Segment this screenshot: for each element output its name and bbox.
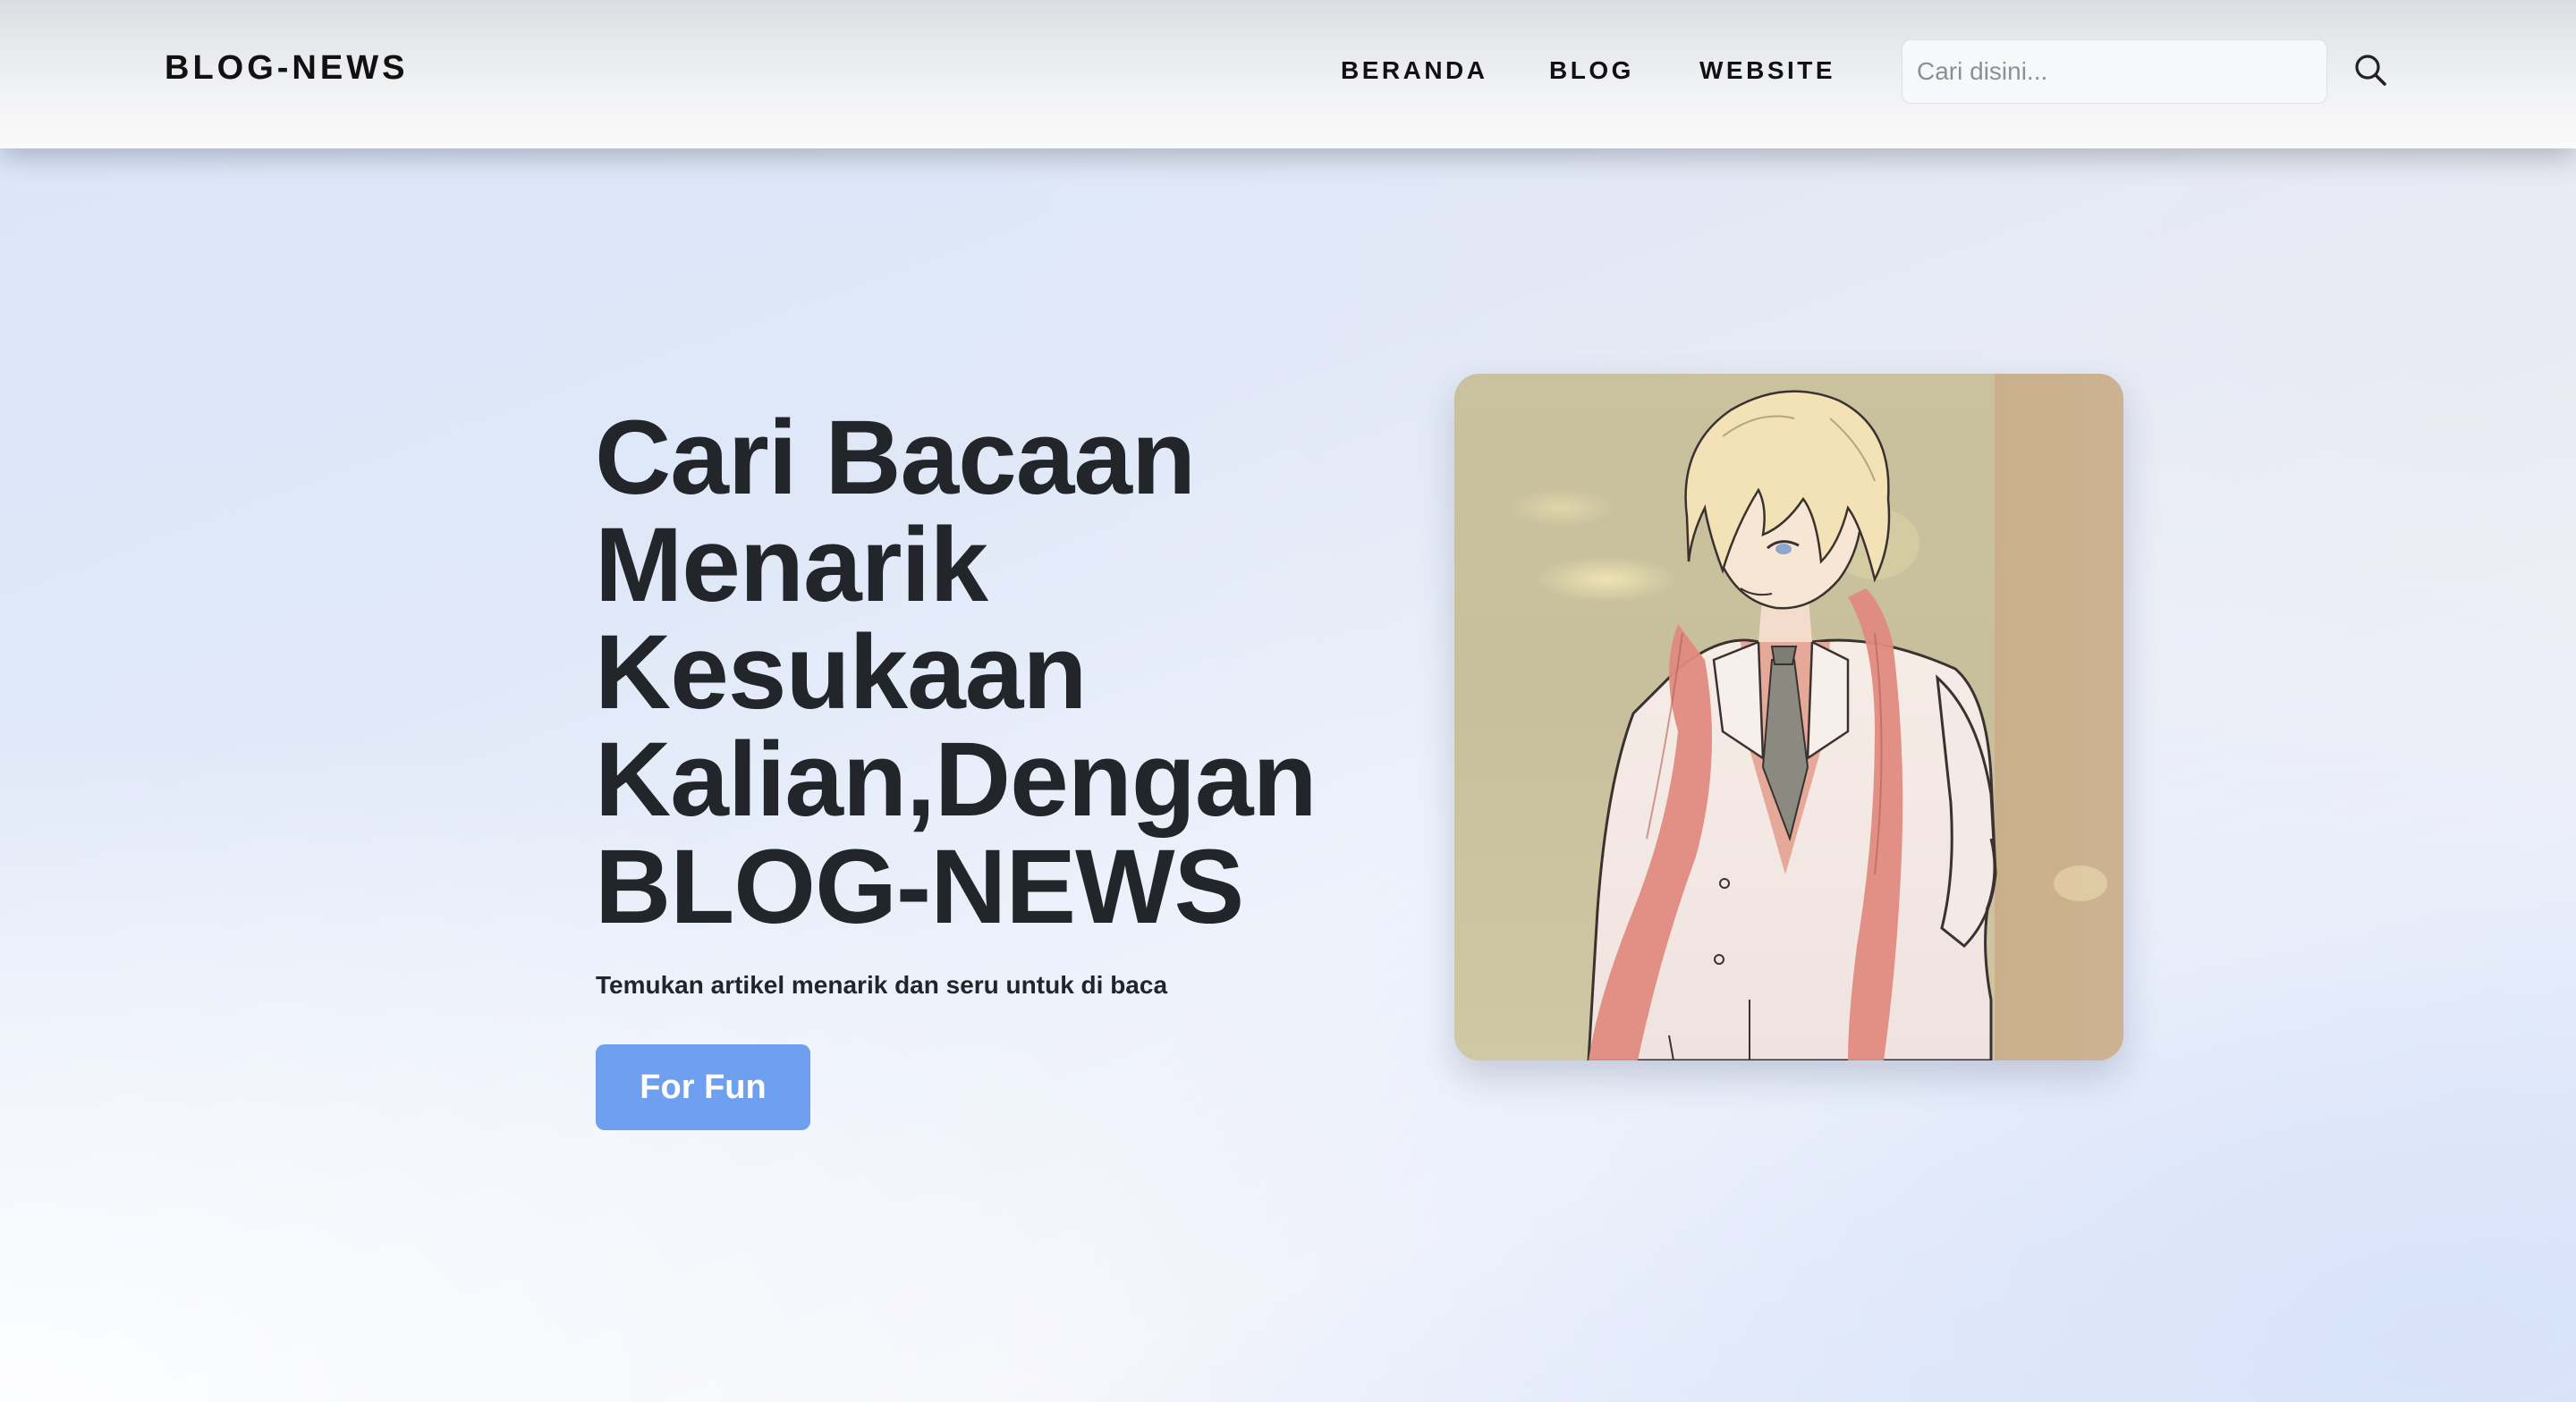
hero-title-line: Menarik — [595, 506, 988, 624]
for-fun-button[interactable]: For Fun — [596, 1044, 810, 1130]
hero-title-line: Kalian,Dengan — [595, 721, 1318, 839]
hero-illustration — [1454, 374, 2123, 1060]
hero-title-line: Kesukaan — [595, 613, 1088, 731]
nav-link-website[interactable]: WEBSITE — [1699, 56, 1835, 85]
top-navbar: BLOG-NEWS BERANDA BLOG WEBSITE — [0, 0, 2576, 148]
hero-title-line: Cari Bacaan — [595, 399, 1196, 517]
brand-logo[interactable]: BLOG-NEWS — [165, 49, 408, 88]
nav-link-beranda[interactable]: BERANDA — [1341, 56, 1488, 85]
anime-character-illustration — [1454, 374, 2123, 1060]
nav-link-blog[interactable]: BLOG — [1549, 56, 1634, 85]
search-icon — [2355, 55, 2386, 86]
hero-title: Cari Bacaan Menarik Kesukaan Kalian,Deng… — [595, 404, 1328, 941]
search-input[interactable] — [1902, 39, 2327, 104]
hero-subtitle: Temukan artikel menarik dan seru untuk d… — [596, 971, 1168, 999]
search-button[interactable] — [2351, 50, 2390, 89]
hero-title-line: BLOG-NEWS — [595, 828, 1244, 946]
